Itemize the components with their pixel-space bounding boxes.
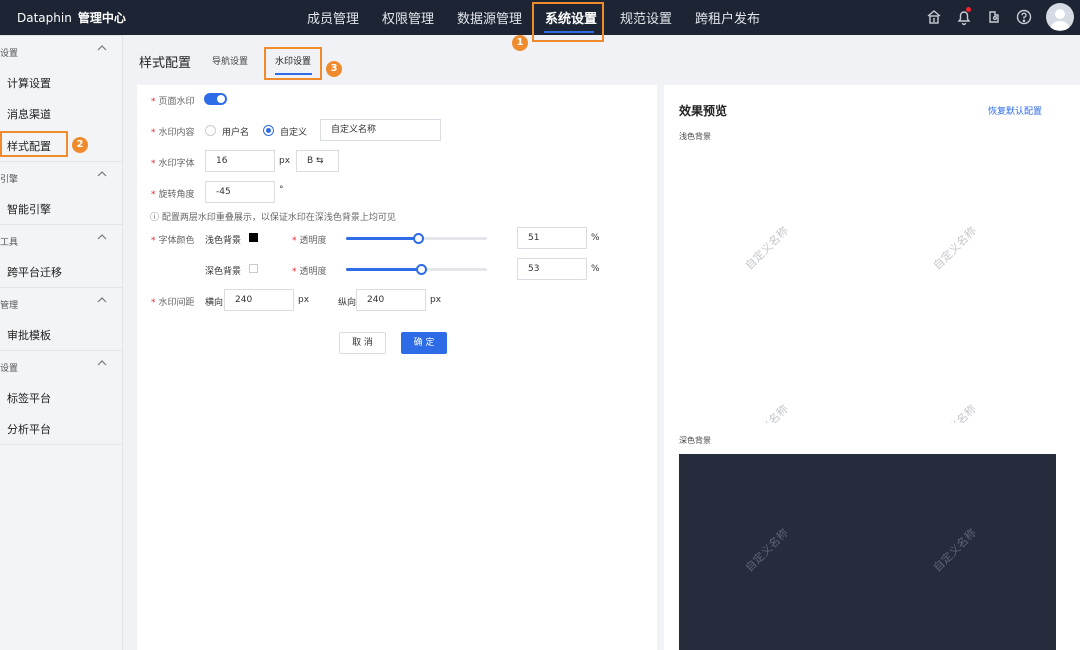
callout-badge-3: 3 bbox=[326, 61, 342, 77]
vertical-spacing-input[interactable]: 240 bbox=[356, 289, 426, 311]
sidebar-group-title: 工具 bbox=[0, 238, 19, 248]
light-preview-area: 自定义名称 自定义名称 自定义名称 自定义名称 bbox=[679, 148, 1056, 423]
sidebar-group-title: 设置 bbox=[0, 364, 19, 374]
chevron-up-icon[interactable] bbox=[96, 357, 108, 369]
sidebar-group-platform[interactable]: 设置 bbox=[0, 350, 123, 380]
watermark-text: 自定义名称 bbox=[930, 224, 979, 273]
nav-standards[interactable]: 规范设置 bbox=[620, 8, 672, 27]
brand-subtitle: 管理中心 bbox=[77, 11, 126, 25]
vertical-unit: px bbox=[430, 295, 442, 305]
light-bg-label: 浅色背景 bbox=[205, 236, 242, 246]
username-radio[interactable] bbox=[205, 125, 216, 136]
callout-box-2 bbox=[0, 131, 68, 157]
watermark-text: 自定义名称 bbox=[741, 401, 791, 423]
sidebar-group-title: 设置 bbox=[0, 49, 19, 59]
callout-box-3 bbox=[264, 47, 322, 80]
page-watermark-label: * 页面水印 bbox=[151, 97, 195, 107]
horizontal-label: 横向 bbox=[205, 298, 224, 308]
light-color-swatch[interactable] bbox=[249, 233, 258, 242]
light-opacity-input[interactable]: 51 bbox=[517, 227, 587, 249]
dark-preview-label: 深色背景 bbox=[679, 436, 711, 445]
custom-radio[interactable] bbox=[263, 125, 274, 136]
light-preview-label: 浅色背景 bbox=[679, 132, 711, 141]
sidebar-group-title: 管理 bbox=[0, 301, 19, 311]
dark-opacity-input[interactable]: 53 bbox=[517, 258, 587, 280]
horizontal-unit: px bbox=[298, 295, 310, 305]
hint-text: ⓘ 配置两层水印重叠展示，以保证水印在深浅色背景上均可见 bbox=[150, 213, 396, 223]
plugin-icon[interactable] bbox=[985, 8, 1003, 26]
horizontal-spacing-input[interactable]: 240 bbox=[224, 289, 294, 311]
watermark-text: 自定义名称 bbox=[929, 401, 979, 423]
page-title: 样式配置 bbox=[139, 56, 192, 71]
tab-nav-settings[interactable]: 导航设置 bbox=[212, 54, 248, 67]
sidebar-group-engine[interactable]: 引擎 bbox=[0, 161, 123, 191]
sidebar-item-smart-engine[interactable]: 智能引擎 bbox=[7, 201, 51, 217]
content-label: * 水印内容 bbox=[151, 128, 195, 138]
nav-cross-tenant[interactable]: 跨租户发布 bbox=[695, 8, 760, 27]
light-opacity-slider-fill bbox=[346, 237, 418, 240]
sidebar-divider bbox=[0, 444, 123, 445]
sidebar-item-compute[interactable]: 计算设置 bbox=[7, 75, 51, 91]
username-option-label: 用户名 bbox=[222, 128, 250, 138]
cancel-button[interactable]: 取 消 bbox=[339, 332, 386, 354]
dark-opacity-label: * 透明度 bbox=[292, 267, 327, 277]
dark-bg-label: 深色背景 bbox=[205, 267, 242, 277]
chevron-up-icon[interactable] bbox=[96, 168, 108, 180]
confirm-button[interactable]: 确 定 bbox=[401, 332, 447, 354]
callout-box-1 bbox=[532, 2, 604, 42]
angle-input[interactable]: -45 bbox=[205, 181, 275, 203]
dark-opacity-slider-knob[interactable] bbox=[416, 264, 427, 275]
light-opacity-slider-knob[interactable] bbox=[413, 233, 424, 244]
custom-option-label: 自定义 bbox=[280, 128, 308, 138]
sidebar-group-tools[interactable]: 工具 bbox=[0, 224, 123, 254]
notification-dot bbox=[966, 7, 971, 12]
callout-badge-2: 2 bbox=[72, 137, 88, 153]
brand[interactable]: Dataphin 管理中心 bbox=[17, 9, 126, 26]
font-size-input[interactable]: 16 bbox=[205, 150, 275, 172]
sidebar-group-management[interactable]: 管理 bbox=[0, 287, 123, 317]
dark-color-swatch[interactable] bbox=[249, 264, 258, 273]
bold-toggle-button[interactable]: B ⇆ bbox=[296, 150, 339, 172]
sidebar-item-message[interactable]: 消息渠道 bbox=[7, 106, 51, 122]
sidebar-item-migration[interactable]: 跨平台迁移 bbox=[7, 264, 62, 280]
dark-preview-area: 自定义名称 自定义名称 bbox=[679, 454, 1056, 650]
light-opacity-unit: % bbox=[591, 233, 600, 243]
reset-default-link[interactable]: 恢复默认配置 bbox=[988, 104, 1042, 117]
help-icon[interactable] bbox=[1015, 8, 1033, 26]
sidebar-group-title: 引擎 bbox=[0, 175, 19, 185]
color-label: * 字体颜色 bbox=[151, 236, 195, 246]
font-size-unit: px bbox=[279, 156, 291, 166]
tenant-icon[interactable] bbox=[925, 8, 943, 26]
chevron-up-icon[interactable] bbox=[96, 42, 108, 54]
chevron-up-icon[interactable] bbox=[96, 231, 108, 243]
watermark-text: 自定义名称 bbox=[742, 526, 791, 575]
user-avatar[interactable] bbox=[1046, 3, 1074, 31]
watermark-text: 自定义名称 bbox=[930, 526, 979, 575]
sidebar-item-tag-platform[interactable]: 标签平台 bbox=[7, 390, 51, 406]
page-watermark-toggle[interactable] bbox=[204, 93, 227, 105]
sidebar-item-approval[interactable]: 审批模板 bbox=[7, 327, 51, 343]
nav-datasource[interactable]: 数据源管理 bbox=[457, 8, 522, 27]
vertical-label: 纵向 bbox=[338, 298, 357, 308]
custom-name-input[interactable]: 自定义名称 bbox=[320, 119, 441, 141]
angle-label: * 旋转角度 bbox=[151, 190, 195, 200]
callout-badge-1: 1 bbox=[512, 35, 528, 51]
brand-name: Dataphin bbox=[17, 11, 72, 25]
dark-opacity-slider-fill bbox=[346, 268, 421, 271]
dark-opacity-unit: % bbox=[591, 264, 600, 274]
sidebar-group-settings[interactable]: 设置 bbox=[0, 35, 123, 65]
preview-title: 效果预览 bbox=[679, 104, 728, 118]
font-label: * 水印字体 bbox=[151, 159, 195, 169]
nav-permissions[interactable]: 权限管理 bbox=[382, 8, 434, 27]
sidebar-item-analysis-platform[interactable]: 分析平台 bbox=[7, 421, 51, 437]
light-opacity-label: * 透明度 bbox=[292, 236, 327, 246]
watermark-text: 自定义名称 bbox=[742, 224, 791, 273]
nav-members[interactable]: 成员管理 bbox=[307, 8, 359, 27]
chevron-up-icon[interactable] bbox=[96, 294, 108, 306]
angle-unit: ° bbox=[279, 185, 284, 195]
spacing-label: * 水印间距 bbox=[151, 298, 195, 308]
